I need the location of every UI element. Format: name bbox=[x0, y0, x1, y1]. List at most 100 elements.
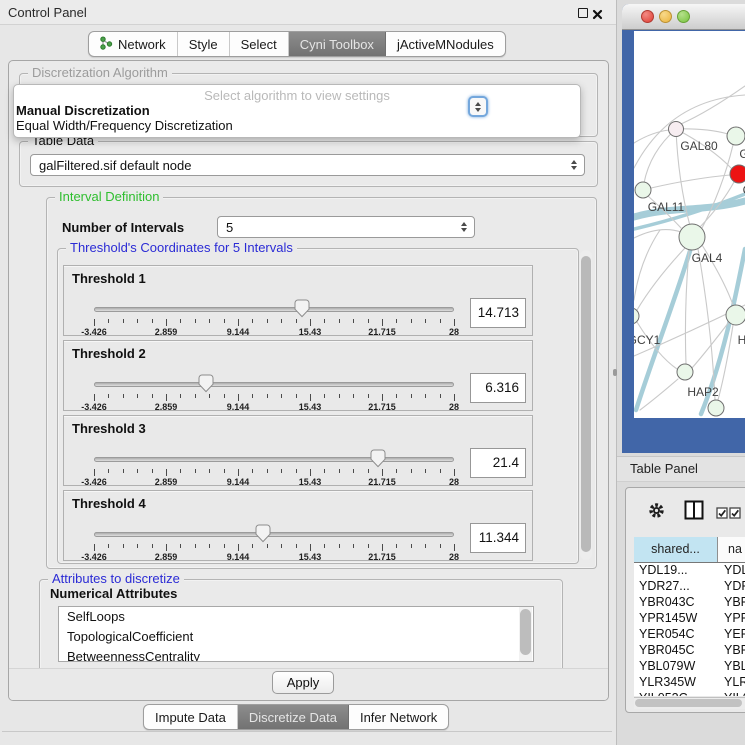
threshold-2-value-field[interactable]: 6.316 bbox=[470, 373, 526, 403]
network-canvas[interactable]: GAL80GAL11GAL4GCY1HAP2HGAC bbox=[634, 31, 745, 418]
tab-impute-data[interactable]: Impute Data bbox=[144, 705, 238, 729]
threshold-4-value-field[interactable]: 11.344 bbox=[470, 523, 526, 553]
scrollbar-thumb[interactable] bbox=[520, 609, 531, 655]
slider-track[interactable] bbox=[94, 532, 454, 537]
slider-tick bbox=[339, 544, 340, 548]
gear-icon[interactable] bbox=[648, 502, 665, 524]
table-data-combobox[interactable]: galFiltered.sif default node bbox=[30, 154, 585, 176]
network-edge[interactable] bbox=[651, 175, 730, 188]
splitter-handle[interactable] bbox=[613, 369, 617, 376]
network-graph[interactable]: GAL80GAL11GAL4GCY1HAP2HGAC bbox=[634, 31, 745, 418]
slider-tick bbox=[195, 469, 196, 473]
slider-tick bbox=[454, 394, 455, 401]
popup-placeholder: Select algorithm to view settings bbox=[14, 88, 580, 103]
minimize-traffic-light-icon[interactable] bbox=[659, 10, 672, 23]
table-row[interactable]: YBR045CYBR0 bbox=[634, 643, 745, 659]
node-hap2[interactable] bbox=[677, 364, 693, 380]
tab-style[interactable]: Style bbox=[178, 32, 230, 56]
column-header-name[interactable]: na bbox=[718, 537, 745, 562]
slider-tick bbox=[209, 544, 210, 548]
table-row[interactable]: YDL19...YDL1 bbox=[634, 563, 745, 579]
tab-network[interactable]: Network bbox=[89, 32, 178, 56]
axis-tick-label: 2.859 bbox=[155, 327, 178, 337]
network-edge[interactable] bbox=[701, 145, 733, 230]
table-row[interactable]: YER054CYER0 bbox=[634, 627, 745, 643]
tab-infer-network[interactable]: Infer Network bbox=[349, 705, 448, 729]
slider-tick bbox=[180, 394, 181, 398]
network-edge[interactable] bbox=[681, 86, 745, 124]
float-window-icon[interactable] bbox=[578, 8, 588, 18]
threshold-3-value-field[interactable]: 21.4 bbox=[470, 448, 526, 478]
split-columns-icon[interactable] bbox=[684, 500, 704, 525]
tab-jactivemnodules[interactable]: jActiveMNodules bbox=[386, 32, 505, 56]
table-row[interactable]: YBL079WYBL0 bbox=[634, 659, 745, 675]
column-header-shared-name[interactable]: shared... bbox=[634, 537, 718, 562]
axis-tick-label: -3.426 bbox=[81, 552, 107, 562]
network-edge[interactable] bbox=[644, 129, 676, 183]
table-row[interactable]: YIL052CYIL0 bbox=[634, 691, 745, 696]
table-row[interactable]: YDR27...YDR2 bbox=[634, 579, 745, 595]
network-edge[interactable] bbox=[634, 230, 660, 300]
popup-option-equal-width-frequency[interactable]: Equal Width/Frequency Discretization bbox=[16, 118, 233, 133]
slider-tick bbox=[440, 544, 441, 548]
table-horizontal-scrollbar[interactable] bbox=[634, 697, 745, 709]
network-edge[interactable] bbox=[637, 248, 685, 310]
node-red-selected[interactable] bbox=[730, 165, 745, 183]
apply-button[interactable]: Apply bbox=[272, 671, 334, 694]
network-edge[interactable] bbox=[636, 251, 690, 410]
slider-handle[interactable] bbox=[370, 449, 386, 468]
tab-select[interactable]: Select bbox=[230, 32, 289, 56]
node-gal80[interactable] bbox=[669, 122, 684, 137]
window-title: Control Panel bbox=[8, 5, 87, 20]
tab-discretize-data[interactable]: Discretize Data bbox=[238, 705, 349, 729]
slider-track[interactable] bbox=[94, 307, 454, 312]
close-traffic-light-icon[interactable] bbox=[641, 10, 654, 23]
slider-track[interactable] bbox=[94, 382, 454, 387]
network-window-titlebar[interactable] bbox=[622, 4, 745, 30]
tab-label: Infer Network bbox=[360, 710, 437, 725]
zoom-traffic-light-icon[interactable] bbox=[677, 10, 690, 23]
interval-vertical-scrollbar[interactable] bbox=[580, 250, 592, 560]
attribute-list-item[interactable]: SelfLoops bbox=[59, 607, 533, 627]
threshold-1-value-field[interactable]: 14.713 bbox=[470, 298, 526, 328]
threshold-1-slider[interactable]: -3.4262.8599.14415.4321.71528 bbox=[94, 299, 454, 337]
threshold-4-slider[interactable]: -3.4262.8599.14415.4321.71528 bbox=[94, 524, 454, 562]
node-gal11[interactable] bbox=[635, 182, 651, 198]
slider-handle[interactable] bbox=[294, 299, 310, 318]
slider-tick bbox=[454, 544, 455, 551]
slider-tick bbox=[224, 394, 225, 398]
node-bottom[interactable] bbox=[708, 400, 724, 416]
slider-handle[interactable] bbox=[198, 374, 214, 393]
node-gcy1[interactable] bbox=[634, 308, 639, 324]
numerical-attributes-list[interactable]: SelfLoopsTopologicalCoefficientBetweenne… bbox=[58, 606, 534, 662]
table-row[interactable]: YPR145WYPR1 bbox=[634, 611, 745, 627]
table-row[interactable]: YLR345WYLR3 bbox=[634, 675, 745, 691]
axis-tick-label: -3.426 bbox=[81, 477, 107, 487]
checkbox-icon[interactable] bbox=[729, 506, 741, 524]
slider-tick bbox=[152, 469, 153, 473]
slider-tick bbox=[166, 544, 167, 551]
tab-cyni-toolbox[interactable]: Cyni Toolbox bbox=[289, 32, 386, 56]
attribute-list-item[interactable]: TopologicalCoefficient bbox=[59, 627, 533, 647]
scrollbar-thumb[interactable] bbox=[581, 256, 591, 552]
slider-tick bbox=[152, 394, 153, 398]
group-title: Interval Definition bbox=[55, 189, 163, 204]
slider-handle[interactable] bbox=[255, 524, 271, 543]
slider-track[interactable] bbox=[94, 457, 454, 462]
threshold-2-slider[interactable]: -3.4262.8599.14415.4321.71528 bbox=[94, 374, 454, 412]
attribute-list-item[interactable]: BetweennessCentrality bbox=[59, 647, 533, 662]
checkbox-icon[interactable] bbox=[716, 506, 728, 524]
threshold-3-slider[interactable]: -3.4262.8599.14415.4321.71528 bbox=[94, 449, 454, 487]
node-right[interactable] bbox=[726, 305, 745, 325]
scrollbar-thumb[interactable] bbox=[635, 699, 742, 707]
popup-option-manual-discretization[interactable]: Manual Discretization bbox=[16, 103, 150, 118]
attributes-scrollbar[interactable] bbox=[519, 607, 532, 661]
table-panel-title: Table Panel bbox=[630, 461, 698, 476]
algorithm-combobox-focus-ring[interactable] bbox=[468, 96, 488, 117]
threshold-3-panel: Threshold 3 -3.4262.8599.14415.4321.7152… bbox=[63, 415, 533, 486]
close-window-icon[interactable] bbox=[592, 7, 603, 18]
table-row[interactable]: YBR043CYBR0 bbox=[634, 595, 745, 611]
node-gal4[interactable] bbox=[679, 224, 705, 250]
node-top-right[interactable] bbox=[727, 127, 745, 145]
number-of-intervals-combobox[interactable]: 5 bbox=[217, 216, 475, 238]
